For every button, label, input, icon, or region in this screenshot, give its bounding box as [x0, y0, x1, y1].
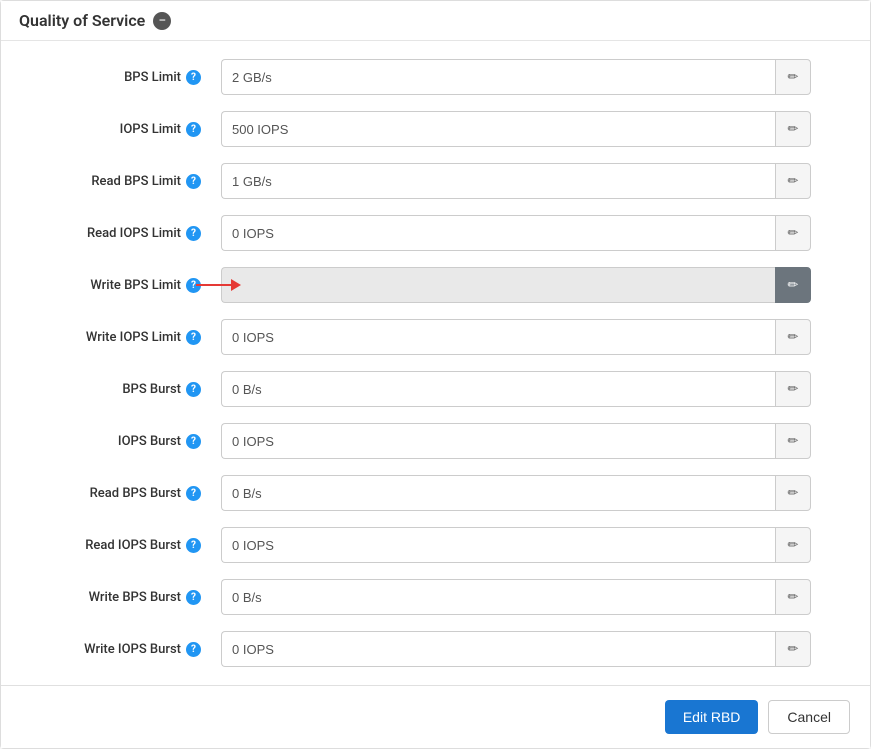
- help-icon-bps-limit[interactable]: ?: [186, 70, 201, 85]
- input-group-write-iops-limit: ✏: [221, 319, 811, 355]
- help-icon-write-bps-burst[interactable]: ?: [186, 590, 201, 605]
- label-read-iops-limit: Read IOPS Limit ?: [21, 226, 221, 241]
- edit-btn-write-iops-burst[interactable]: ✏: [775, 631, 811, 667]
- form-row-iops-burst: IOPS Burst ? ✏: [1, 415, 870, 467]
- input-bps-burst[interactable]: [221, 371, 775, 407]
- form-row-write-bps-burst: Write BPS Burst ? ✏: [1, 571, 870, 623]
- edit-btn-read-iops-limit[interactable]: ✏: [775, 215, 811, 251]
- edit-btn-bps-burst[interactable]: ✏: [775, 371, 811, 407]
- input-bps-limit[interactable]: [221, 59, 775, 95]
- input-group-read-iops-burst: ✏: [221, 527, 811, 563]
- pencil-icon: ✏: [788, 277, 799, 293]
- help-icon-write-bps-limit[interactable]: ?: [186, 278, 201, 293]
- pencil-icon: ✏: [788, 589, 799, 605]
- help-icon-read-bps-limit[interactable]: ?: [186, 174, 201, 189]
- help-icon-bps-burst[interactable]: ?: [186, 382, 201, 397]
- form-row-read-bps-limit: Read BPS Limit ? ✏: [1, 155, 870, 207]
- pencil-icon: ✏: [788, 641, 799, 657]
- input-group-bps-limit: ✏: [221, 59, 811, 95]
- form-row-write-iops-limit: Write IOPS Limit ? ✏: [1, 311, 870, 363]
- cancel-button[interactable]: Cancel: [768, 700, 850, 734]
- input-group-bps-burst: ✏: [221, 371, 811, 407]
- pencil-icon: ✏: [788, 329, 799, 345]
- input-iops-limit[interactable]: [221, 111, 775, 147]
- edit-btn-write-iops-limit[interactable]: ✏: [775, 319, 811, 355]
- pencil-icon: ✏: [788, 173, 799, 189]
- input-group-write-bps-limit: ✏: [221, 267, 811, 303]
- input-read-iops-burst[interactable]: [221, 527, 775, 563]
- section-header: Quality of Service −: [1, 1, 870, 41]
- help-icon-read-bps-burst[interactable]: ?: [186, 486, 201, 501]
- label-write-iops-burst: Write IOPS Burst ?: [21, 642, 221, 657]
- input-iops-burst[interactable]: [221, 423, 775, 459]
- form-row-iops-limit: IOPS Limit ? ✏: [1, 103, 870, 155]
- edit-btn-write-bps-limit[interactable]: ✏: [775, 267, 811, 303]
- form-body: BPS Limit ?✏IOPS Limit ?✏Read BPS Limit …: [1, 41, 870, 685]
- pencil-icon: ✏: [788, 69, 799, 85]
- input-read-bps-burst[interactable]: [221, 475, 775, 511]
- label-write-bps-burst: Write BPS Burst ?: [21, 590, 221, 605]
- label-read-iops-burst: Read IOPS Burst ?: [21, 538, 221, 553]
- pencil-icon: ✏: [788, 485, 799, 501]
- help-icon-read-iops-burst[interactable]: ?: [186, 538, 201, 553]
- label-iops-limit: IOPS Limit ?: [21, 122, 221, 137]
- help-icon-write-iops-limit[interactable]: ?: [186, 330, 201, 345]
- label-bps-limit: BPS Limit ?: [21, 70, 221, 85]
- form-row-bps-limit: BPS Limit ? ✏: [1, 51, 870, 103]
- help-icon-iops-limit[interactable]: ?: [186, 122, 201, 137]
- form-row-write-bps-limit: Write BPS Limit ? ✏: [1, 259, 870, 311]
- input-write-bps-limit: [221, 267, 775, 303]
- form-row-write-iops-burst: Write IOPS Burst ? ✏: [1, 623, 870, 675]
- edit-btn-read-bps-limit[interactable]: ✏: [775, 163, 811, 199]
- pencil-icon: ✏: [788, 433, 799, 449]
- input-group-write-iops-burst: ✏: [221, 631, 811, 667]
- pencil-icon: ✏: [788, 121, 799, 137]
- input-group-write-bps-burst: ✏: [221, 579, 811, 615]
- form-row-bps-burst: BPS Burst ? ✏: [1, 363, 870, 415]
- form-row-read-iops-burst: Read IOPS Burst ? ✏: [1, 519, 870, 571]
- pencil-icon: ✏: [788, 381, 799, 397]
- input-read-bps-limit[interactable]: [221, 163, 775, 199]
- input-group-read-bps-burst: ✏: [221, 475, 811, 511]
- input-group-iops-burst: ✏: [221, 423, 811, 459]
- edit-btn-read-iops-burst[interactable]: ✏: [775, 527, 811, 563]
- edit-btn-read-bps-burst[interactable]: ✏: [775, 475, 811, 511]
- edit-btn-iops-limit[interactable]: ✏: [775, 111, 811, 147]
- footer: Edit RBD Cancel: [1, 685, 870, 748]
- help-icon-iops-burst[interactable]: ?: [186, 434, 201, 449]
- edit-btn-iops-burst[interactable]: ✏: [775, 423, 811, 459]
- label-iops-burst: IOPS Burst ?: [21, 434, 221, 449]
- form-row-read-bps-burst: Read BPS Burst ? ✏: [1, 467, 870, 519]
- form-row-read-iops-limit: Read IOPS Limit ? ✏: [1, 207, 870, 259]
- pencil-icon: ✏: [788, 225, 799, 241]
- label-bps-burst: BPS Burst ?: [21, 382, 221, 397]
- input-group-iops-limit: ✏: [221, 111, 811, 147]
- input-write-bps-burst[interactable]: [221, 579, 775, 615]
- input-group-read-bps-limit: ✏: [221, 163, 811, 199]
- edit-btn-write-bps-burst[interactable]: ✏: [775, 579, 811, 615]
- section-title: Quality of Service: [19, 11, 145, 30]
- input-group-read-iops-limit: ✏: [221, 215, 811, 251]
- label-write-bps-limit: Write BPS Limit ?: [21, 278, 221, 293]
- modal-container: Quality of Service − BPS Limit ?✏IOPS Li…: [0, 0, 871, 749]
- input-read-iops-limit[interactable]: [221, 215, 775, 251]
- pencil-icon: ✏: [788, 537, 799, 553]
- input-write-iops-limit[interactable]: [221, 319, 775, 355]
- collapse-icon[interactable]: −: [153, 12, 171, 30]
- help-icon-write-iops-burst[interactable]: ?: [186, 642, 201, 657]
- label-read-bps-burst: Read BPS Burst ?: [21, 486, 221, 501]
- edit-btn-bps-limit[interactable]: ✏: [775, 59, 811, 95]
- edit-rbd-button[interactable]: Edit RBD: [665, 700, 759, 734]
- help-icon-read-iops-limit[interactable]: ?: [186, 226, 201, 241]
- input-write-iops-burst[interactable]: [221, 631, 775, 667]
- label-write-iops-limit: Write IOPS Limit ?: [21, 330, 221, 345]
- label-read-bps-limit: Read BPS Limit ?: [21, 174, 221, 189]
